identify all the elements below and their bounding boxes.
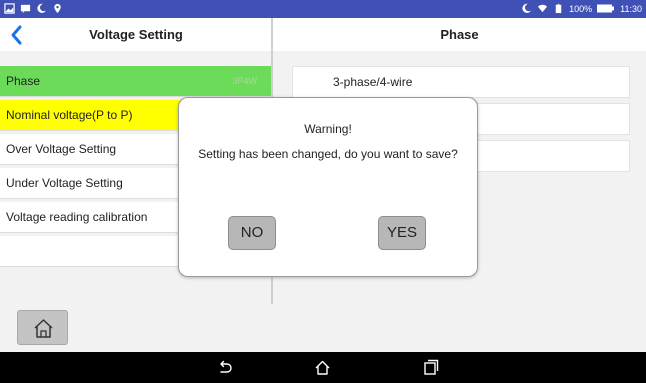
message-icon: [20, 4, 31, 14]
battery-icon: [597, 4, 615, 13]
no-button[interactable]: NO: [228, 216, 276, 250]
system-nav-bar: [0, 352, 646, 383]
menu-item-label: Phase: [6, 74, 41, 88]
page-title: Voltage Setting: [89, 27, 183, 42]
footer: [0, 304, 646, 352]
section-title: Phase: [440, 27, 479, 42]
back-icon[interactable]: [216, 359, 233, 376]
status-bar: 100% 11:30: [0, 0, 646, 18]
recents-icon[interactable]: [422, 359, 439, 376]
moon-icon: [37, 3, 47, 13]
home-button[interactable]: [17, 310, 68, 345]
menu-item-label: Under Voltage Setting: [6, 176, 123, 190]
menu-item-label: Nominal voltage(P to P): [6, 108, 133, 122]
wifi-icon: [538, 4, 548, 13]
option-item[interactable]: 3-phase/4-wire: [292, 66, 630, 98]
location-icon: [54, 3, 61, 14]
menu-item-phase[interactable]: Phase 3P4W: [0, 66, 271, 97]
dialog-title: Warning!: [304, 122, 352, 136]
battery-percent: 100%: [569, 3, 593, 14]
clock: 11:30: [620, 3, 642, 14]
yes-button[interactable]: YES: [378, 216, 426, 250]
status-left-icons: [4, 3, 63, 14]
option-label: 3-phase/4-wire: [333, 75, 413, 89]
battery-saver-icon: [555, 3, 562, 14]
gallery-icon: [4, 3, 15, 14]
home-icon: [34, 319, 53, 338]
menu-item-value: 3P4W: [232, 76, 257, 86]
right-header: Phase: [273, 18, 646, 51]
menu-item-label: Over Voltage Setting: [6, 142, 117, 156]
warning-dialog: Warning! Setting has been changed, do yo…: [178, 97, 478, 277]
home-icon[interactable]: [314, 359, 331, 376]
status-right-icons: 100% 11:30: [521, 3, 642, 14]
left-header: Voltage Setting: [0, 18, 272, 51]
menu-item-label: Voltage reading calibration: [6, 210, 148, 224]
dialog-message: Setting has been changed, do you want to…: [198, 147, 458, 161]
moon-icon: [522, 3, 532, 13]
